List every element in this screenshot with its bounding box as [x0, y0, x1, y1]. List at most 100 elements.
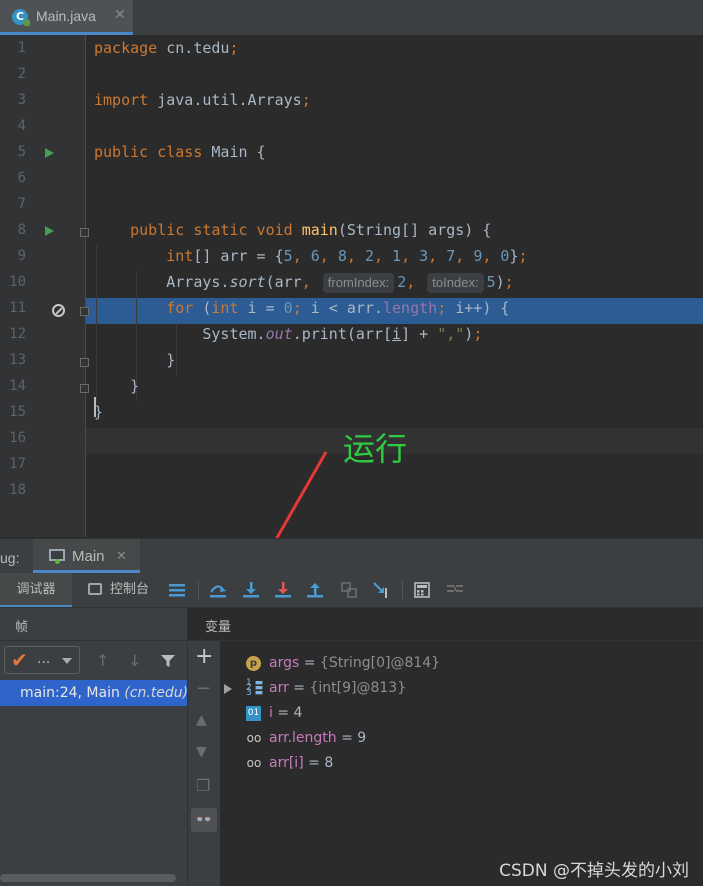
run-to-cursor-icon[interactable] — [371, 580, 391, 600]
line-number: 17 — [9, 456, 26, 472]
line-number: 10 — [9, 274, 26, 290]
show-execution-point-icon[interactable] — [208, 580, 228, 600]
line-number: 14 — [9, 378, 26, 394]
code-line: import java.util.Arrays; — [94, 91, 311, 109]
watch-icon: oo — [246, 756, 262, 770]
thread-select-value: ... — [37, 651, 51, 667]
console-label: 控制台 — [110, 582, 150, 597]
stack-frame-row[interactable]: main:24, Main (cn.tedu) — [0, 680, 187, 706]
variable-value: {int[9]@813} — [309, 680, 407, 696]
line-number: 9 — [17, 248, 26, 264]
line-number: 3 — [17, 92, 26, 108]
line-number: 7 — [17, 196, 26, 212]
watch-value: 9 — [357, 730, 367, 746]
parameter-icon: p — [246, 656, 261, 671]
annotation-label: 运行 — [343, 430, 408, 468]
code-line: public static void main(String[] args) { — [130, 221, 492, 239]
variable-value: {String[0]@814} — [319, 655, 441, 671]
code-line: package cn.tedu; — [94, 39, 239, 57]
run-main-icon[interactable] — [45, 226, 54, 236]
code-line: Arrays.sort(arr, fromIndex: 2, toIndex: 5)… — [94, 273, 514, 293]
text-caret — [94, 397, 96, 417]
fold-icon[interactable] — [80, 358, 89, 367]
line-number: 5 — [17, 144, 26, 160]
java-class-icon: C — [12, 9, 30, 26]
watermark: CSDN @不掉头发的小刘 — [499, 861, 689, 881]
debug-session-tab[interactable]: Main ✕ — [33, 539, 140, 573]
variable-name: args — [269, 655, 300, 671]
fold-icon[interactable] — [80, 307, 89, 316]
code-line: public class Main { — [94, 143, 266, 161]
arrow-down-icon[interactable]: ↓ — [128, 651, 141, 670]
thread-suspended-icon: ✔ — [11, 648, 28, 672]
code-line: int[] arr = {5, 6, 8, 2, 1, 3, 7, 9, 0}; — [166, 247, 528, 265]
frames-title: 帧 — [15, 620, 29, 635]
line-number: 12 — [9, 326, 26, 342]
gutter-divider — [85, 35, 86, 537]
toolbar-separator — [402, 581, 403, 599]
console-icon — [88, 583, 102, 595]
frames-panel: 帧 ✔ ... ↑ ↓ main:24, Main (cn.tedu) — [0, 608, 188, 886]
add-watch-icon[interactable]: + — [195, 644, 213, 669]
tab-debugger[interactable]: 调试器 — [0, 573, 72, 607]
drop-frame-icon[interactable] — [339, 580, 359, 600]
watch-value: 8 — [324, 755, 334, 771]
code-line-current: for (int i = 0; i < arr.length; i++) { — [166, 299, 510, 317]
tab-console[interactable]: 控制台 — [86, 573, 166, 607]
layout-icon[interactable] — [167, 580, 187, 600]
tab-main-java[interactable]: C Main.java ✕ — [0, 0, 133, 35]
watch-icon: oo — [246, 731, 262, 745]
run-class-icon[interactable] — [45, 148, 54, 158]
parameter-hint: fromIndex: — [322, 273, 395, 293]
line-number: 15 — [9, 404, 26, 420]
line-number: 6 — [17, 170, 26, 186]
variable-value: 4 — [293, 705, 303, 721]
copy-icon[interactable]: ❐ — [196, 776, 210, 795]
watches-toggle-icon[interactable]: 👓 — [191, 808, 217, 832]
line-number: 16 — [9, 430, 26, 446]
debug-tool-window-header: ug: Main ✕ — [0, 538, 703, 573]
debug-session-label: Main — [72, 548, 105, 565]
toolbar-separator — [198, 581, 199, 599]
line-number: 8 — [17, 222, 26, 238]
evaluate-expression-icon[interactable] — [412, 580, 432, 600]
move-down-icon[interactable]: ▼ — [196, 744, 207, 760]
divider — [0, 640, 187, 641]
filter-icon[interactable] — [160, 653, 176, 669]
code-line: System.out.print(arr[i] + ","); — [94, 325, 483, 343]
editor-tab-bar: C Main.java ✕ — [0, 0, 703, 36]
tab-label: Main.java — [36, 8, 96, 24]
code-line: } — [94, 377, 140, 395]
move-up-icon[interactable]: ▲ — [196, 712, 207, 728]
horizontal-scrollbar[interactable] — [0, 874, 176, 882]
variable-name: arr — [269, 680, 289, 696]
watch-expression: arr.length — [269, 730, 337, 746]
muted-breakpoint-icon[interactable] — [52, 304, 65, 317]
step-over-icon[interactable] — [241, 580, 261, 600]
line-number: 18 — [9, 482, 26, 498]
variables-title: 变量 — [205, 620, 232, 635]
close-icon[interactable]: ✕ — [116, 549, 127, 564]
step-into-icon[interactable] — [273, 580, 293, 600]
fold-icon[interactable] — [80, 384, 89, 393]
remove-watch-icon[interactable]: − — [196, 678, 211, 699]
line-number: 4 — [17, 118, 26, 134]
variables-panel: 变量 + − ▲ ▼ ❐ 👓 p args = {String[0]@814} … — [188, 608, 703, 886]
close-icon[interactable]: ✕ — [114, 7, 126, 23]
expand-arrow-icon[interactable] — [224, 684, 232, 694]
fold-icon[interactable] — [80, 228, 89, 237]
parameter-hint: toIndex: — [427, 273, 484, 293]
frame-package: (cn.tedu) — [124, 685, 187, 701]
debug-label: ug: — [0, 550, 20, 566]
line-number: 2 — [17, 66, 26, 82]
step-out-icon[interactable] — [305, 580, 325, 600]
trace-stream-icon[interactable] — [445, 580, 465, 600]
line-number: 13 — [9, 352, 26, 368]
run-config-icon — [49, 549, 65, 564]
thread-select[interactable]: ✔ ... — [4, 646, 80, 674]
watch-expression: arr[i] — [269, 755, 304, 771]
arrow-up-icon[interactable]: ↑ — [96, 651, 109, 670]
chevron-down-icon — [62, 658, 72, 664]
primitive-icon: 01 — [246, 706, 261, 721]
variables-tree[interactable]: p args = {String[0]@814} 1 ▬ 2 ▬ 3 ▬ arr =… — [220, 641, 703, 886]
